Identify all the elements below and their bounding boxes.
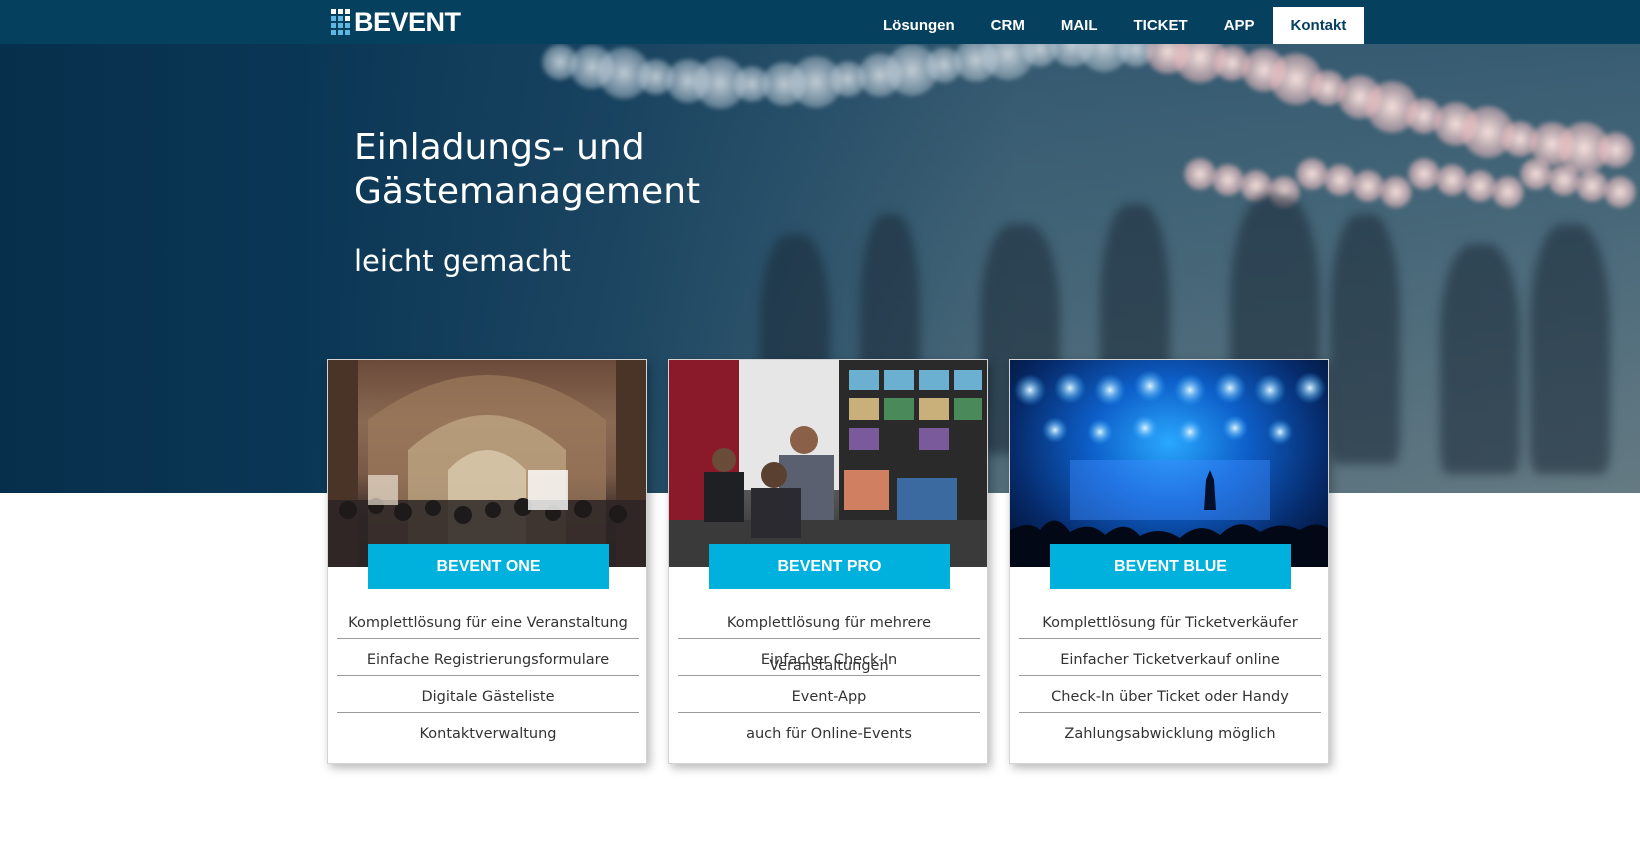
feature-list: Komplettlösung für Ticketverkäufer Einfa… <box>1019 602 1321 749</box>
bevent-pro-button[interactable]: BEVENT PRO <box>709 544 950 589</box>
feature-item: Komplettlösung für Ticketverkäufer <box>1019 602 1321 639</box>
bokeh-light <box>1184 158 1216 190</box>
feature-item: Kontaktverwaltung <box>419 726 557 742</box>
bokeh-light <box>1598 132 1634 169</box>
bevent-logo[interactable]: BEVENT <box>331 7 461 37</box>
bokeh-light <box>1436 164 1468 196</box>
feature-item: Einfacher Check-In <box>678 639 980 676</box>
bokeh-light <box>1520 158 1552 190</box>
logo-grid-icon <box>331 9 350 35</box>
feature-item: Komplettlösung für eine Veranstaltung <box>337 602 639 639</box>
bokeh-light <box>1576 170 1608 202</box>
top-navigation-bar: BEVENT Lösungen CRM MAIL TICKET APP Kont… <box>0 0 1640 44</box>
feature-item: Event-App <box>678 676 980 713</box>
bokeh-light <box>1352 170 1384 202</box>
bokeh-light <box>1492 176 1524 208</box>
bokeh-light <box>1548 164 1580 196</box>
bokeh-light <box>1408 158 1440 190</box>
bokeh-light <box>1380 176 1412 208</box>
feature-item: Komplettlösung für mehrere Veranstaltung… <box>678 602 980 674</box>
feature-item: Einfacher Ticketverkauf online <box>1019 639 1321 676</box>
bevent-one-button[interactable]: BEVENT ONE <box>368 544 609 589</box>
bokeh-light <box>1324 164 1356 196</box>
feature-item: auch für Online-Events <box>746 726 912 742</box>
feature-list: Komplettlösung für mehrere Veranstaltung… <box>678 602 980 749</box>
feature-list: Komplettlösung für eine Veranstaltung Ei… <box>337 602 639 749</box>
product-card-bevent-blue: BEVENT BLUE Komplettlösung für Ticketver… <box>1009 359 1329 764</box>
nav-item-crm[interactable]: CRM <box>973 7 1043 44</box>
event-hall-photo <box>328 360 646 567</box>
crowd-silhouette <box>1440 244 1520 474</box>
concert-stage-photo <box>1010 360 1328 567</box>
feature-item: Einfache Registrierungsformulare <box>337 639 639 676</box>
crowd-silhouette <box>1530 224 1610 474</box>
nav-item-kontakt[interactable]: Kontakt <box>1272 7 1365 44</box>
crowd-silhouette <box>1330 214 1400 464</box>
hero-title: Einladungs- und Gästemanagement <box>354 127 701 212</box>
feature-item: Digitale Gästeliste <box>337 676 639 713</box>
control-room-photo <box>669 360 987 567</box>
nav-item-loesungen[interactable]: Lösungen <box>865 7 973 44</box>
product-card-bevent-pro: BEVENT PRO Komplettlösung für mehrere Ve… <box>668 359 988 764</box>
main-menu: Lösungen CRM MAIL TICKET APP Kontakt <box>865 7 1365 44</box>
nav-item-app[interactable]: APP <box>1206 7 1273 44</box>
bokeh-light <box>1604 176 1636 208</box>
hero-subtitle: leicht gemacht <box>354 244 571 278</box>
nav-item-ticket[interactable]: TICKET <box>1116 7 1206 44</box>
feature-item: Zahlungsabwicklung möglich <box>1064 726 1276 742</box>
product-card-bevent-one: BEVENT ONE Komplettlösung für eine Veran… <box>327 359 647 764</box>
bokeh-light <box>1296 158 1328 190</box>
logo-wordmark: BEVENT <box>354 6 461 37</box>
bokeh-light <box>1464 170 1496 202</box>
bevent-blue-button[interactable]: BEVENT BLUE <box>1050 544 1291 589</box>
nav-item-mail[interactable]: MAIL <box>1043 7 1116 44</box>
feature-item: Check-In über Ticket oder Handy <box>1019 676 1321 713</box>
bokeh-light <box>1212 164 1244 196</box>
